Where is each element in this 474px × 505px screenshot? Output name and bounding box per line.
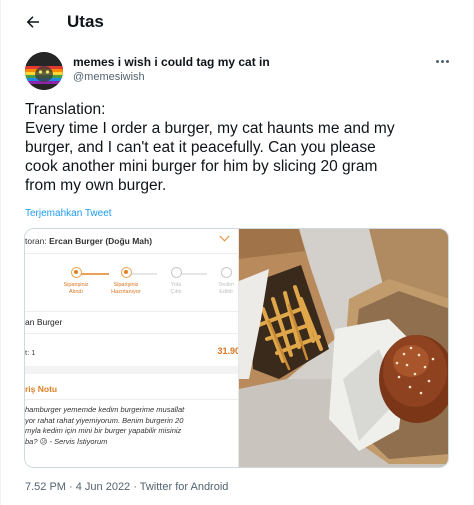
restaurant-line: toran: Ercan Burger (Doğu Mah) [25, 236, 152, 246]
order-note-line: ba? 😥 - Servis İstiyorum [25, 436, 108, 446]
tweet-text-line: Every time I order a burger, my cat haun… [25, 120, 395, 137]
order-note-line: hamburger yememde kedim burgerime musall… [25, 405, 185, 414]
step-label-line: Çıktı [170, 289, 182, 295]
author-handle[interactable]: @memesiwish [73, 71, 145, 83]
step-dot [70, 267, 82, 278]
tweet-text: Translation: Every time I order a burger… [25, 100, 455, 195]
more-dot [445, 59, 449, 63]
tweet-timestamp[interactable]: 7.52 PM · 4 Jun 2022 · Twitter for Andro… [25, 481, 228, 493]
avatar[interactable] [25, 52, 63, 90]
more-horizontal-icon [435, 59, 439, 63]
step-label-line: Edildi [219, 289, 233, 295]
top-bar: Utas [1, 0, 473, 44]
step-label-line: Siparişiniz [113, 282, 139, 288]
section-separator [25, 366, 238, 374]
more-options-button[interactable] [433, 55, 451, 67]
burger-photo-image[interactable] [239, 229, 448, 467]
avatar-cat-image [25, 52, 63, 90]
more-dot [440, 59, 444, 63]
tweet-text-line: Translation: [25, 101, 106, 118]
tweet-detail-page: Utas memes i wish i could tag my cat in … [0, 0, 474, 505]
status-step-on-the-way: Yola Çıktı [151, 267, 201, 296]
order-item-quantity: t: 1 [25, 348, 36, 357]
status-step-delivered: Teslim Edildi [201, 267, 238, 296]
order-note-line: yor rahat rahat yiyemiyorum. Benim burge… [25, 415, 184, 425]
author-name[interactable]: memes i wish i could tag my cat in [73, 55, 270, 69]
tweet-text-line: cook another mini burger for him by slic… [25, 158, 378, 175]
divider [25, 333, 238, 334]
order-note-text: hamburger yememde kedim burgerime musall… [25, 405, 238, 447]
arrow-left-icon [26, 16, 39, 28]
translate-tweet-link[interactable]: Terjemahkan Tweet [25, 208, 112, 219]
tweet-text-line: burger, and I can't eat it peacefully. C… [25, 139, 376, 156]
order-item-price: 31.90 [217, 346, 239, 356]
step-label-line: Hazırlanıyor [111, 289, 141, 295]
restaurant-name: Ercan Burger (Doğu Mah) [49, 236, 153, 246]
step-label: Siparişiniz Hazırlanıyor [101, 282, 151, 296]
status-step-preparing: Siparişiniz Hazırlanıyor [101, 267, 151, 296]
order-screenshot-image[interactable]: toran: Ercan Burger (Doğu Mah) Siparişin… [25, 229, 239, 467]
step-label: Siparişiniz Alındı [51, 282, 101, 296]
page-title: Utas [67, 12, 104, 31]
tweet-media[interactable]: toran: Ercan Burger (Doğu Mah) Siparişin… [24, 228, 449, 468]
step-dot [170, 267, 182, 278]
step-label-line: Yola [170, 282, 182, 288]
step-dot [120, 267, 132, 278]
divider [25, 399, 238, 400]
step-label-line: Siparişiniz [63, 282, 89, 288]
status-step-received: Siparişiniz Alındı [51, 267, 101, 296]
tweet-author-row: memes i wish i could tag my cat in @meme… [25, 52, 455, 92]
divider [25, 311, 238, 312]
order-note-title: riş Notu [25, 384, 58, 394]
order-status-steps: Siparişiniz Alındı Siparişiniz Hazırlanıyo… [25, 267, 238, 309]
back-button[interactable] [21, 10, 45, 34]
tweet-text-line: from my own burger. [25, 177, 167, 194]
order-note-line: myla kedim için mini bir burger yapabili… [25, 426, 182, 435]
burger-and-fries-photo [239, 229, 448, 467]
order-item-name: an Burger [25, 317, 63, 327]
step-label-line: Alındı [68, 289, 84, 295]
restaurant-prefix: toran: [25, 236, 50, 246]
chevron-down-icon [219, 231, 230, 242]
step-label-line: Teslim [218, 282, 234, 288]
step-label: Yola Çıktı [151, 282, 201, 296]
step-label: Teslim Edildi [201, 282, 238, 296]
step-dot [220, 267, 232, 278]
divider [25, 253, 238, 254]
